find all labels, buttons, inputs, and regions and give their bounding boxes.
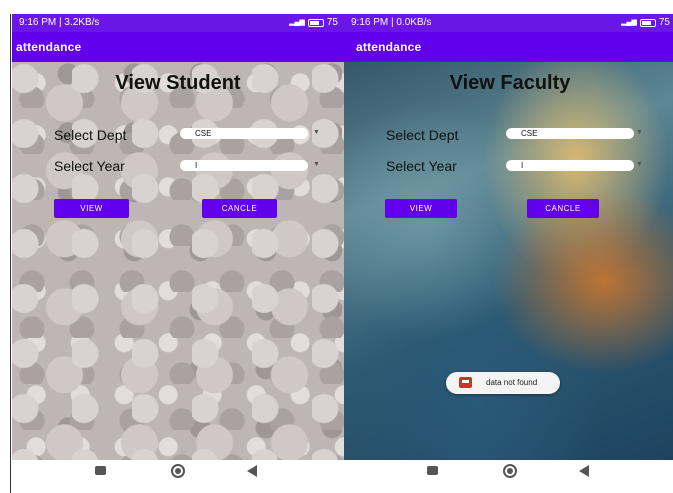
- year-select[interactable]: I: [180, 160, 308, 171]
- toast-text: data not found: [486, 378, 538, 387]
- dept-select[interactable]: CSE: [180, 128, 308, 139]
- status-bar: 9:16 PM | 0.0KB/s ▂▄▆ 75: [344, 14, 673, 32]
- signal-icon: ▂▄▆: [621, 19, 637, 26]
- year-select[interactable]: I: [506, 160, 634, 171]
- dept-label: Select Dept: [386, 127, 459, 143]
- status-time: 9:16 PM | 3.2KB/s: [19, 17, 100, 28]
- view-button[interactable]: VIEW: [54, 199, 129, 218]
- view-student-screen: 9:16 PM | 3.2KB/s ▂▄▆ 75 attendance View…: [12, 14, 344, 460]
- status-icons: ▂▄▆ 75: [621, 14, 670, 32]
- content-area: View Faculty Select Dept CSE ▼ Select Ye…: [344, 62, 673, 460]
- status-icons: ▂▄▆ 75: [289, 14, 338, 32]
- signal-icon: ▂▄▆: [289, 19, 305, 26]
- dept-label: Select Dept: [54, 127, 127, 143]
- status-bar: 9:16 PM | 3.2KB/s ▂▄▆ 75: [12, 14, 344, 32]
- battery-icon: [639, 19, 656, 27]
- page-title: View Faculty: [449, 72, 571, 94]
- back-triangle-icon[interactable]: [579, 465, 589, 477]
- app-title: attendance: [16, 40, 82, 54]
- app-icon: [459, 377, 472, 388]
- app-bar: attendance: [344, 32, 673, 62]
- recents-square-icon[interactable]: [427, 466, 438, 475]
- dept-select[interactable]: CSE: [506, 128, 634, 139]
- home-circle-icon[interactable]: [171, 464, 185, 478]
- view-faculty-screen: 9:16 PM | 0.0KB/s ▂▄▆ 75 attendance View…: [344, 14, 673, 460]
- battery-level: 75: [658, 17, 670, 28]
- system-nav-bar: [12, 460, 344, 493]
- toast-message: data not found: [446, 372, 560, 394]
- year-label: Select Year: [54, 158, 125, 174]
- system-nav-bar: [344, 460, 673, 493]
- battery-icon: [307, 19, 324, 27]
- home-circle-icon[interactable]: [503, 464, 517, 478]
- dept-dropdown-icon[interactable]: ▼: [636, 129, 643, 136]
- back-triangle-icon[interactable]: [247, 465, 257, 477]
- app-title: attendance: [356, 40, 422, 54]
- year-dropdown-icon[interactable]: ▼: [636, 161, 643, 168]
- year-label: Select Year: [386, 158, 457, 174]
- battery-level: 75: [326, 17, 338, 28]
- screen-divider: [10, 14, 11, 493]
- page-title: View Student: [115, 72, 241, 94]
- cancel-button[interactable]: CANCLE: [527, 199, 599, 218]
- year-dropdown-icon[interactable]: ▼: [313, 161, 320, 168]
- cancel-button[interactable]: CANCLE: [202, 199, 277, 218]
- view-button[interactable]: VIEW: [385, 199, 457, 218]
- app-bar: attendance: [12, 32, 344, 62]
- content-area: View Student Select Dept CSE ▼ Select Ye…: [12, 62, 344, 460]
- recents-square-icon[interactable]: [95, 466, 106, 475]
- dept-dropdown-icon[interactable]: ▼: [313, 129, 320, 136]
- status-time: 9:16 PM | 0.0KB/s: [351, 17, 432, 28]
